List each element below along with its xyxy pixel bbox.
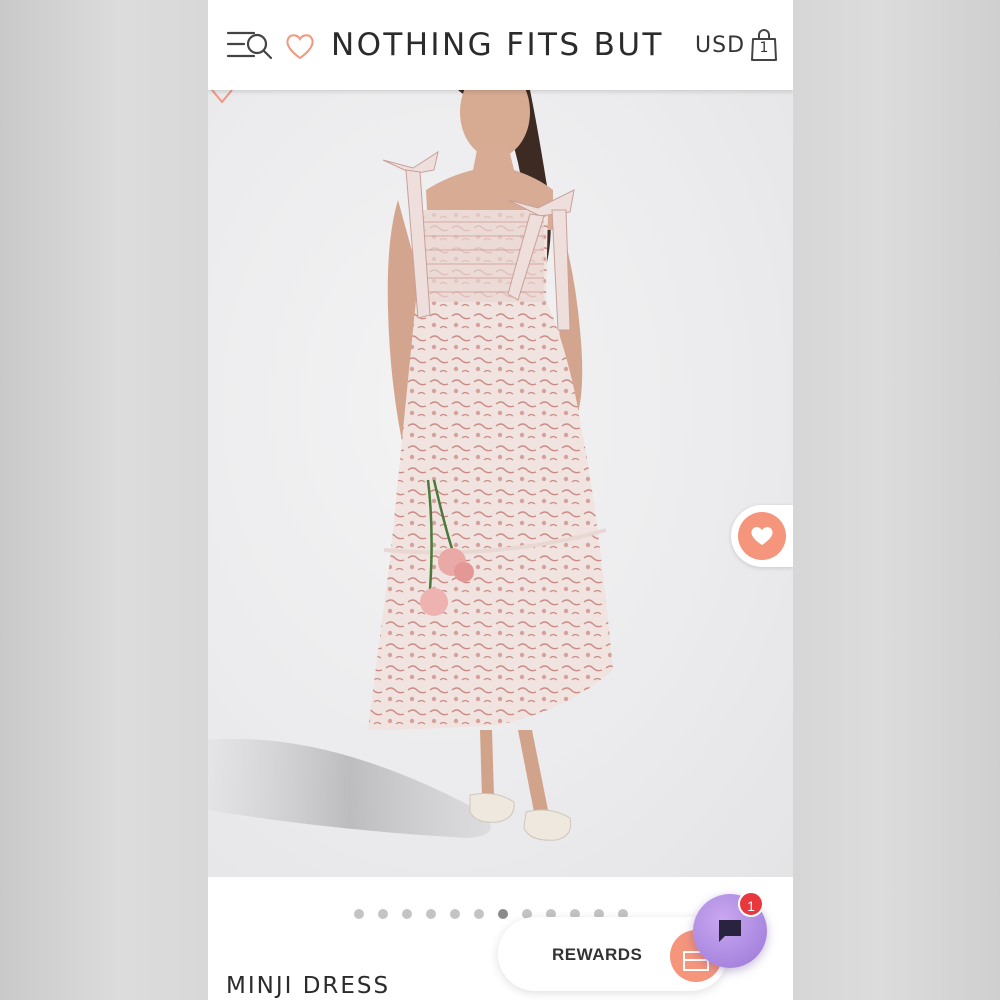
gallery-dot[interactable]: [354, 909, 364, 919]
phone-screen: NOTHING FITS BUT USD 1 MINJI DRESS REWAR…: [208, 0, 793, 1000]
gallery-dot[interactable]: [474, 909, 484, 919]
currency-selector[interactable]: USD: [695, 33, 745, 58]
chat-bubble-icon: [719, 920, 741, 942]
rewards-label: REWARDS: [552, 945, 643, 964]
heart-icon[interactable]: [285, 33, 315, 61]
chat-unread-badge: 1: [738, 891, 764, 917]
gallery-dot[interactable]: [378, 909, 388, 919]
product-title: MINJI DRESS: [226, 973, 391, 999]
heart-icon[interactable]: [208, 90, 236, 108]
gallery-dot[interactable]: [450, 909, 460, 919]
gallery-dot[interactable]: [426, 909, 436, 919]
wishlist-circle: [738, 512, 786, 560]
cart-button[interactable]: 1: [749, 28, 779, 62]
heart-icon: [751, 527, 773, 545]
site-header: NOTHING FITS BUT USD 1: [208, 0, 793, 90]
product-info: MINJI DRESS REWARDS 1: [208, 877, 793, 1000]
brand-logo[interactable]: NOTHING FITS BUT: [331, 22, 664, 68]
product-image[interactable]: [208, 90, 793, 877]
gallery-dot[interactable]: [402, 909, 412, 919]
gallery-dot[interactable]: [498, 909, 508, 919]
cart-count: 1: [759, 40, 769, 56]
wishlist-button[interactable]: [731, 505, 793, 567]
product-photo-illustration: [208, 90, 613, 841]
menu-search-icon[interactable]: [226, 29, 274, 63]
